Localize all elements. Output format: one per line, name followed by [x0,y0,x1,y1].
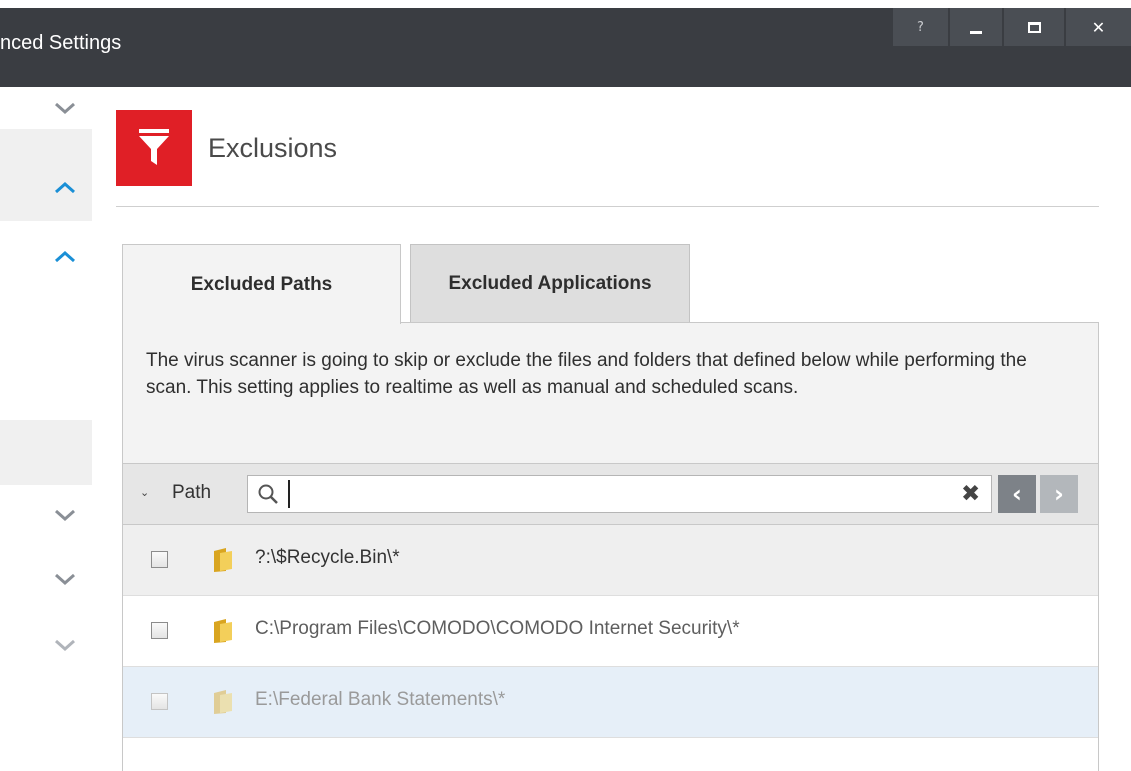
row-checkbox[interactable] [151,622,168,639]
panel-description: The virus scanner is going to skip or ex… [123,323,1098,463]
chevron-right-icon: › [1054,480,1064,508]
chevron-down-icon [55,509,75,522]
close-button[interactable]: ✕ [1066,8,1131,46]
table-row[interactable]: ?:\$Recycle.Bin\* [123,525,1098,596]
close-icon: ✕ [1091,17,1106,37]
table-row[interactable]: C:\Program Files\COMODO\COMODO Internet … [123,596,1098,667]
collapse-caret-icon[interactable]: ⌄ [140,486,149,499]
table-row[interactable]: E:\Federal Bank Statements\* [123,667,1098,738]
row-checkbox[interactable] [151,693,168,710]
folder-icon [214,619,232,643]
minimize-button[interactable] [950,8,1002,46]
sidebar-item-selected[interactable] [0,420,92,485]
sidebar-item-6[interactable] [0,627,92,663]
chevron-up-icon [55,181,75,194]
previous-page-button[interactable]: ‹ [998,475,1036,513]
row-path: ?:\$Recycle.Bin\* [255,547,400,568]
next-page-button[interactable]: › [1040,475,1078,513]
settings-sidebar [0,87,92,663]
clear-search-icon[interactable]: ✖ [961,480,980,508]
sidebar-item-3[interactable] [0,239,92,275]
help-button[interactable]: ? [893,8,948,46]
chevron-left-icon: ‹ [1012,480,1022,508]
maximize-button[interactable] [1004,8,1064,46]
filter-bar: ⌄ Path ✖ ‹ › [123,463,1098,525]
chevron-up-icon [55,250,75,263]
excluded-paths-panel: The virus scanner is going to skip or ex… [122,322,1099,771]
row-checkbox[interactable] [151,551,168,568]
row-path: C:\Program Files\COMODO\COMODO Internet … [255,618,740,639]
folder-icon [214,690,232,714]
filter-icon [139,129,169,165]
chevron-down-icon [55,639,75,652]
window-title: nced Settings [0,32,122,54]
search-input[interactable] [288,480,938,508]
exclusions-header-icon [116,110,192,186]
maximize-icon [1027,21,1041,33]
sidebar-item-1[interactable] [0,87,92,129]
search-box[interactable]: ✖ [247,475,992,513]
folder-icon [214,548,232,572]
filter-column-label[interactable]: Path [172,482,211,504]
sidebar-item-4[interactable] [0,495,92,535]
chevron-down-icon [55,573,75,586]
help-icon: ? [917,19,924,35]
page-title: Exclusions [208,133,338,163]
tab-excluded-applications[interactable]: Excluded Applications [410,244,690,323]
chevron-down-icon [55,102,75,115]
sidebar-item-2[interactable] [0,129,92,221]
sidebar-item-5[interactable] [0,559,92,599]
search-icon [258,484,278,504]
row-path: E:\Federal Bank Statements\* [255,689,506,710]
tab-excluded-paths[interactable]: Excluded Paths [122,244,401,324]
header-divider [116,206,1099,207]
minimize-icon [970,30,982,34]
